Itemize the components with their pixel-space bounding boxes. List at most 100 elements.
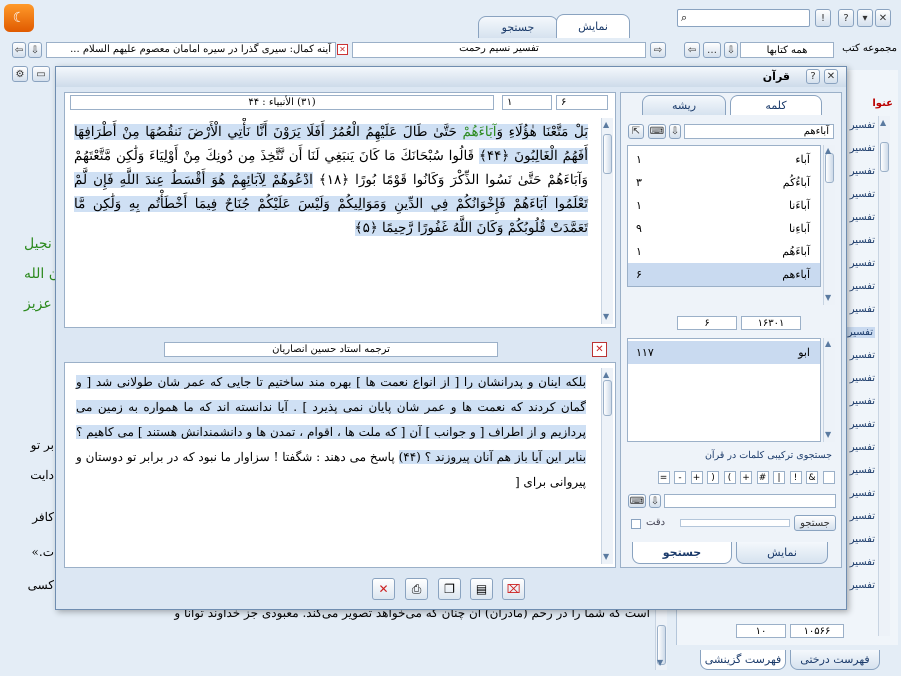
tab-tree-index[interactable]: فهرست درختی (790, 650, 880, 670)
right-list-item[interactable]: تفسیر (850, 396, 875, 407)
copy-button[interactable]: ❐ (438, 578, 461, 600)
word-search-input[interactable]: آباءهم (684, 124, 834, 139)
nav-forward-button[interactable]: ⇨ (650, 42, 666, 58)
open-tab-1[interactable]: تفسیر نسیم رحمت (352, 42, 646, 58)
open-tab-2[interactable]: آینه کمال: سیری گذرا در سیره امامان معصو… (46, 42, 336, 58)
right-page-field-right[interactable]: ۱۰۵۶۶ (790, 624, 844, 638)
right-list-item[interactable]: تفسیر (850, 166, 875, 177)
word-list-item[interactable]: ۱ آباءَنا (628, 194, 820, 217)
right-list-item[interactable]: تفسیر (850, 557, 875, 568)
close-window-button[interactable]: ✕ (372, 578, 395, 600)
quran-help-button[interactable]: ? (806, 69, 820, 84)
combo-keyboard-button[interactable]: ⌨ (628, 494, 646, 508)
word-dropdown-button[interactable]: ⇩ (669, 124, 681, 139)
close-app-button[interactable]: ✕ (875, 9, 891, 27)
word-list-scrollbar[interactable]: ▲ ▼ (823, 145, 835, 305)
scroll-thumb[interactable] (825, 153, 834, 183)
right-list-item[interactable]: تفسیر (850, 212, 875, 223)
remove-button[interactable]: ⌧ (502, 578, 525, 600)
tab-display-side[interactable]: نمایش (736, 542, 828, 564)
scroll-down-icon[interactable]: ▼ (657, 658, 663, 667)
word-list-item[interactable]: ۱ آباءَهُم (628, 240, 820, 263)
right-list-item[interactable]: تفسیر (850, 304, 875, 315)
symbol-button[interactable]: = (657, 471, 670, 484)
scroll-down-icon[interactable]: ▼ (603, 312, 609, 321)
right-list-item[interactable]: تفسیر (850, 419, 875, 430)
tab-search-side[interactable]: جستجو (632, 542, 732, 564)
right-list-item[interactable]: تفسیر (850, 120, 875, 131)
surah-info-field[interactable]: (۳۱) الأنبياء : ۴۴ (70, 95, 494, 110)
right-list-item[interactable]: تفسیر (845, 327, 875, 338)
translation-scrollbar[interactable]: ▲ ▼ (601, 368, 613, 564)
scroll-thumb[interactable] (880, 142, 889, 172)
right-list-item[interactable]: تفسیر (850, 511, 875, 522)
word-list-item[interactable]: ۳ آباءُکُم (628, 171, 820, 194)
symbol-checkbox[interactable] (823, 471, 835, 484)
scroll-thumb[interactable] (603, 134, 612, 174)
scroll-up-icon[interactable]: ▲ (880, 118, 886, 127)
note-button[interactable]: ▤ (470, 578, 493, 600)
combo-search-input[interactable] (664, 494, 836, 508)
count-field-left[interactable]: ۶ (677, 316, 737, 330)
right-list-scrollbar[interactable]: ▲ (878, 116, 890, 636)
symbol-button[interactable]: + (690, 471, 703, 484)
global-search-input[interactable]: ⌕ (677, 9, 810, 27)
scroll-up-icon[interactable]: ▲ (825, 339, 831, 348)
quran-close-button[interactable]: ✕ (824, 69, 838, 84)
symbol-button[interactable]: ) (707, 471, 719, 484)
right-list-item[interactable]: تفسیر (850, 281, 875, 292)
juz-field[interactable]: ۱ (502, 95, 552, 110)
close-tab-icon[interactable]: ✕ (337, 44, 348, 55)
right-list-item[interactable]: تفسیر (850, 373, 875, 384)
right-list-item[interactable]: تفسیر (850, 580, 875, 591)
right-list-item[interactable]: تفسیر (850, 350, 875, 361)
symbol-button[interactable]: + (740, 471, 752, 484)
count-field-right[interactable]: ۱۶۳۰۱ (741, 316, 801, 330)
symbol-button[interactable]: ( (723, 471, 736, 484)
result-list-item[interactable]: ۱۱۷ ابو (628, 341, 820, 364)
right-list-item[interactable]: تفسیر (850, 258, 875, 269)
right-list-item[interactable]: تفسیر (850, 143, 875, 154)
translation-close-button[interactable]: ✕ (592, 342, 607, 357)
settings-button[interactable]: ⚙ (12, 66, 28, 82)
right-list-item[interactable]: تفسیر (850, 534, 875, 545)
page-field[interactable]: ۶ (556, 95, 608, 110)
scroll-thumb[interactable] (603, 380, 612, 416)
word-list-item[interactable]: ۱ آباء (628, 148, 820, 171)
right-list-item[interactable]: تفسیر (850, 235, 875, 246)
tabs-dropdown-button[interactable]: ⇩ (28, 42, 42, 58)
print-button[interactable]: ⎙ (405, 578, 428, 600)
menu-button[interactable]: ▾ (857, 9, 873, 27)
tab-selective-index[interactable]: فهرست گزینشی (700, 650, 786, 670)
collection-select[interactable]: همه کتابها (740, 42, 834, 58)
tab-word[interactable]: کلمه (730, 95, 822, 115)
right-page-field-left[interactable]: ۱۰ (736, 624, 786, 638)
help-button[interactable]: ? (838, 9, 854, 27)
symbol-button[interactable]: - (674, 471, 686, 484)
word-list-item[interactable]: ۹ آباءِنا (628, 217, 820, 240)
right-list-item[interactable]: تفسیر (850, 465, 875, 476)
scroll-down-icon[interactable]: ▼ (825, 293, 831, 302)
tab-display-main[interactable]: نمایش (556, 14, 630, 38)
right-list-item[interactable]: تفسیر (850, 488, 875, 499)
result-list-scrollbar[interactable]: ▲ ▼ (823, 338, 835, 442)
tab-search-main[interactable]: جستجو (478, 16, 558, 38)
symbol-button[interactable]: ! (789, 471, 802, 484)
combo-dropdown-button[interactable]: ⇩ (649, 494, 661, 508)
scroll-up-icon[interactable]: ▲ (603, 370, 609, 379)
scroll-down-icon[interactable]: ▼ (603, 552, 609, 561)
pick-word-button[interactable]: ⇱ (628, 124, 644, 139)
scroll-down-icon[interactable]: ▼ (825, 430, 831, 439)
scroll-tabs-left-button[interactable]: ⇦ (12, 42, 26, 58)
verse-scrollbar[interactable]: ▲ ▼ (601, 118, 613, 324)
word-list-item[interactable]: ۶ آباءهم (628, 263, 820, 286)
view-button[interactable]: ▭ (32, 66, 50, 82)
app-logo[interactable]: ☾ (4, 4, 34, 32)
nav-back-button[interactable]: ⇦ (684, 42, 700, 58)
combo-search-button[interactable]: جستجو (794, 515, 836, 531)
symbol-button[interactable]: & (806, 471, 818, 484)
right-list-item[interactable]: تفسیر (850, 189, 875, 200)
exact-checkbox[interactable] (631, 519, 641, 529)
symbol-button[interactable]: | (773, 471, 785, 484)
scroll-up-icon[interactable]: ▲ (825, 146, 831, 155)
